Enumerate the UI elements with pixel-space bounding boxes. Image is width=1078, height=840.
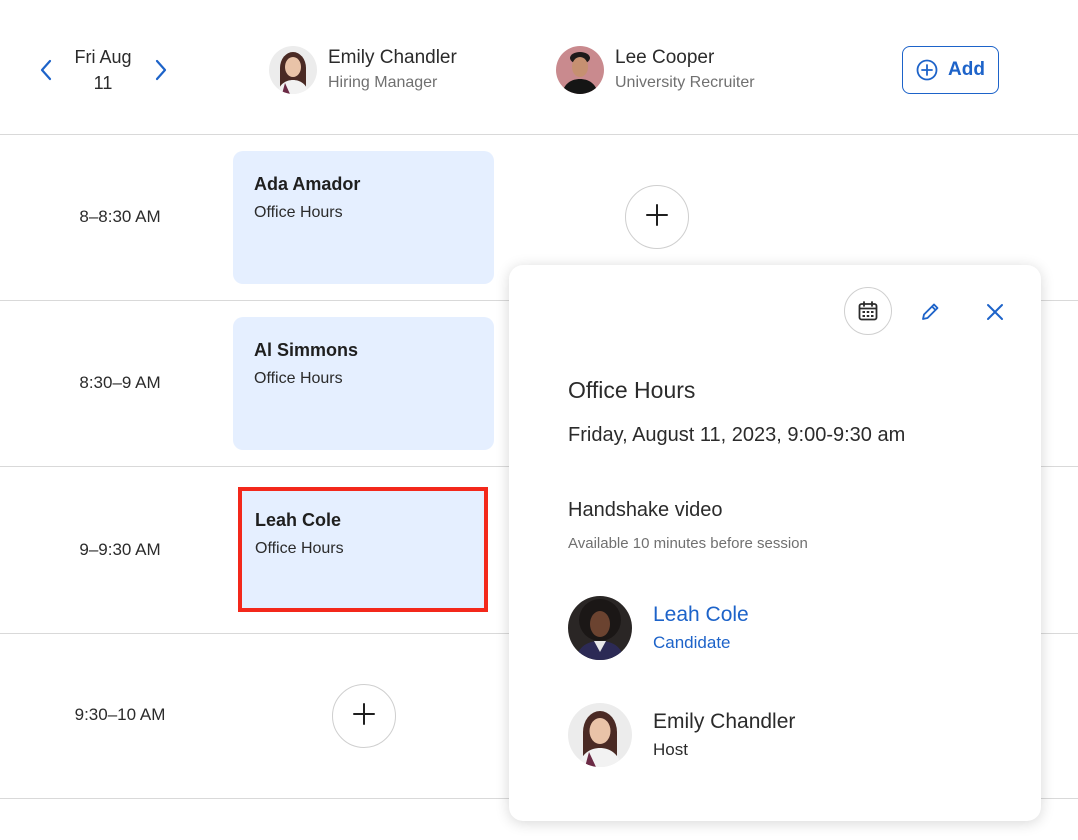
- participant-role: Host: [653, 740, 688, 759]
- event-type: Office Hours: [254, 204, 343, 221]
- add-slot-button[interactable]: [625, 185, 689, 249]
- chevron-right-icon[interactable]: [150, 58, 172, 82]
- event-title: Office Hours: [568, 377, 696, 403]
- participant-role: Candidate: [653, 633, 731, 652]
- event-card-al-simmons[interactable]: Al Simmons Office Hours: [233, 317, 494, 450]
- date-weekday-month: Fri Aug: [74, 47, 132, 67]
- event-name: Ada Amador: [254, 174, 361, 194]
- participant-emily-chandler: Emily Chandler Host: [568, 703, 795, 767]
- avatar: [556, 46, 604, 94]
- event-name: Leah Cole: [255, 510, 342, 530]
- event-type: Office Hours: [254, 370, 343, 387]
- avatar: [568, 596, 632, 660]
- date-day: 11: [93, 73, 113, 93]
- add-button[interactable]: Add: [902, 46, 999, 94]
- time-slot-label: 9–9:30 AM: [79, 540, 161, 559]
- plus-icon: [645, 203, 669, 232]
- avatar: [269, 46, 317, 94]
- event-details-popover: Office Hours Friday, August 11, 2023, 9:…: [509, 265, 1041, 821]
- time-slot-label: 8:30–9 AM: [79, 373, 161, 392]
- event-datetime: Friday, August 11, 2023, 9:00-9:30 am: [568, 424, 906, 446]
- event-card-ada-amador[interactable]: Ada Amador Office Hours: [233, 151, 494, 284]
- avatar: [568, 703, 632, 767]
- time-slot-label: 8–8:30 AM: [79, 207, 161, 226]
- plus-icon: [352, 702, 376, 731]
- plus-circle-icon: [916, 59, 938, 81]
- event-name: Al Simmons: [254, 340, 359, 360]
- column-header-emily-chandler: Emily Chandler Hiring Manager: [269, 46, 457, 94]
- participant-name: Leah Cole: [653, 603, 749, 626]
- person-name: Emily Chandler: [328, 47, 457, 68]
- schedule-header: Fri Aug 11 Emily Chandler Hiring Manager: [0, 0, 1078, 135]
- video-availability: Available 10 minutes before session: [568, 535, 808, 552]
- person-name: Lee Cooper: [615, 47, 715, 68]
- pencil-icon[interactable]: [916, 298, 944, 326]
- chevron-left-icon[interactable]: [35, 58, 57, 82]
- time-slot-label: 9:30–10 AM: [74, 705, 166, 724]
- close-icon[interactable]: [981, 298, 1009, 326]
- event-type: Office Hours: [255, 540, 344, 557]
- current-date: Fri Aug 11: [64, 44, 142, 96]
- participant-name: Emily Chandler: [653, 710, 796, 733]
- add-button-label: Add: [948, 59, 985, 80]
- person-role: University Recruiter: [615, 74, 755, 91]
- video-label: Handshake video: [568, 499, 723, 521]
- event-card-leah-cole[interactable]: Leah Cole Office Hours: [238, 487, 488, 612]
- column-header-lee-cooper: Lee Cooper University Recruiter: [556, 46, 755, 94]
- add-slot-button[interactable]: [332, 684, 396, 748]
- participant-leah-cole[interactable]: Leah Cole Candidate: [568, 596, 749, 660]
- person-role: Hiring Manager: [328, 74, 438, 91]
- calendar-icon[interactable]: [844, 287, 892, 335]
